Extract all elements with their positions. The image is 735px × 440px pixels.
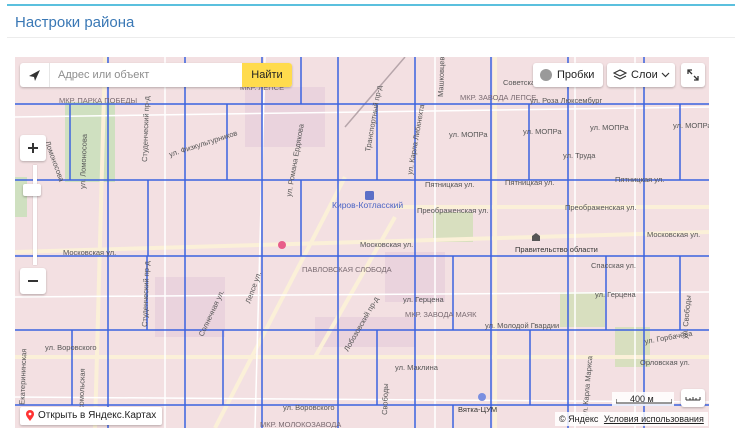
street-label: ул. Герцена (595, 290, 637, 299)
street-label: ул. МОПРа (673, 121, 709, 130)
poi-label: Вятка-ЦУМ (458, 405, 497, 414)
street-label: Свободы (380, 383, 390, 415)
chevron-down-icon (661, 72, 670, 78)
street-label: Пятницкая ул. (505, 178, 554, 187)
scale-bar (616, 399, 672, 404)
minus-icon (28, 280, 38, 282)
street-label: ул. МОПРа (449, 130, 488, 139)
street-label: Преображенская ул. (417, 206, 488, 215)
district-label: МКР. ПАРКА ПОБЕДЫ (59, 96, 137, 105)
street-label: ул. Воровского (283, 403, 335, 412)
fullscreen-button[interactable] (681, 63, 705, 87)
poi-label: Киров-Котласский (332, 200, 403, 210)
zoom-in-button[interactable] (20, 135, 46, 161)
plus-icon (28, 143, 38, 153)
copyright-brand: © Яндекс (559, 414, 599, 424)
street-label: ул. МОПРа (523, 127, 562, 136)
street-label: Московская ул. (63, 248, 116, 257)
expand-icon (687, 69, 699, 81)
shopping-mall-icon[interactable] (478, 393, 486, 401)
map-scale: 400 м (612, 392, 674, 406)
train-station-icon[interactable] (365, 191, 374, 200)
zoom-slider-track[interactable] (33, 165, 37, 265)
zoom-out-button[interactable] (20, 268, 46, 294)
street-label: Преображенская ул. (565, 203, 636, 212)
district-label: МКР. ЗАВОДА ЛЕПСЕ (460, 93, 536, 102)
street-label: Орловская ул. (640, 358, 690, 367)
park-area (15, 177, 27, 217)
district-label: МКР. МОЛОКОЗАВОДА (260, 420, 341, 428)
ruler-icon (685, 397, 701, 401)
location-arrow-icon (29, 70, 40, 81)
street-label: ул. Труда (563, 151, 596, 160)
zoom-slider-handle[interactable] (23, 184, 41, 196)
map-copyright: © Яндекс Условия использования (555, 412, 708, 426)
poi-label: Правительство области (515, 245, 598, 254)
page-title: Настроки района (15, 14, 135, 31)
street-label: ул. Маклина (395, 363, 439, 372)
street-label: ул. МОПРа (590, 123, 629, 132)
map-pin-icon (26, 410, 34, 421)
industrial-area (245, 87, 325, 147)
street-label: ул. Роза Люксембург (530, 96, 602, 105)
street-label: Московская ул. (647, 230, 700, 239)
terms-of-use-link[interactable]: Условия использования (604, 414, 704, 424)
address-search-input[interactable] (52, 63, 242, 87)
street-label: ул. Молодой Гвардии (485, 321, 559, 330)
layers-label: Слои (631, 69, 658, 81)
open-in-yandex-maps-link[interactable]: Открыть в Яндекс.Картах (20, 407, 163, 425)
street-label: Машковцева (436, 57, 447, 97)
map-canvas[interactable]: МКР. ПАРКА ПОБЕДЫ МКР. ЛЕПСЕ МКР. ЗАВОДА… (15, 57, 709, 428)
district-settings-panel: Настроки района МКР. ПАРКА ПОБЕДЫ МКР. Л… (0, 0, 735, 440)
district-label: ПАВЛОВСКАЯ СЛОБОДА (302, 265, 392, 274)
street-label: ул. Воровского (45, 343, 97, 352)
poi-marker-icon[interactable] (278, 241, 286, 249)
street-label: Пятницкая ул. (425, 180, 474, 189)
layers-button[interactable]: Слои (607, 63, 675, 87)
geolocation-button[interactable] (20, 63, 50, 87)
search-button[interactable]: Найти (242, 63, 292, 87)
traffic-light-icon (540, 69, 552, 81)
map-search-bar: Найти (20, 63, 292, 87)
street-label: ул. Герцена (403, 295, 445, 304)
traffic-label: Пробки (557, 69, 595, 81)
street-label: Спасская ул. (591, 261, 636, 270)
district-label: МКР. ЗАВОДА МАЯК (405, 310, 477, 319)
ruler-button[interactable] (681, 389, 705, 407)
map-view[interactable]: МКР. ПАРКА ПОБЕДЫ МКР. ЛЕПСЕ МКР. ЗАВОДА… (15, 57, 709, 428)
layers-icon (613, 69, 627, 80)
street-label: Пятницкая ул. (615, 175, 664, 184)
open-link-label: Открыть в Яндекс.Картах (38, 410, 157, 421)
panel-header: Настроки района (7, 6, 735, 38)
traffic-button[interactable]: Пробки (533, 63, 603, 87)
street-label: Московская ул. (360, 240, 413, 249)
